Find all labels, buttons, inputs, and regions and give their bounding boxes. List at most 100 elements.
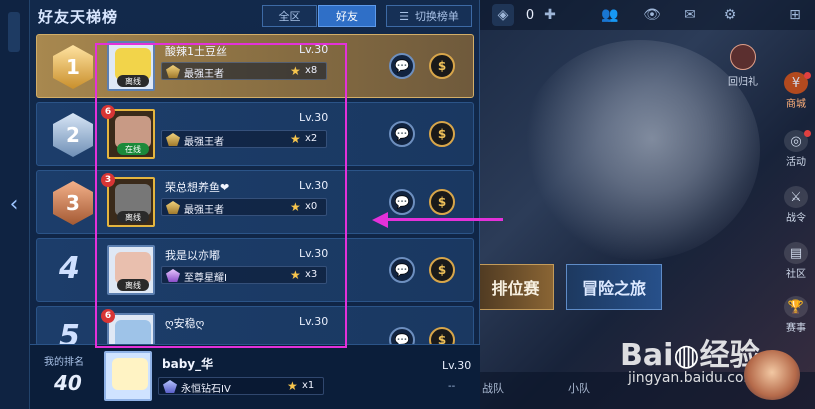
player-name: ღ安稳ღ [165,317,205,330]
return-gift-button[interactable]: 回归礼 [726,44,760,90]
avatar-level-badge: 6 [101,309,115,323]
community-icon: ▤ [784,242,808,264]
gift-coin-icon[interactable]: $ [429,121,455,147]
avatar[interactable]: 离线 [107,245,155,295]
side-community-button[interactable]: ▤ 社区 [778,242,814,284]
my-player-level: Lv.30 [442,359,472,372]
annotation-arrow-line [385,218,503,221]
message-icon[interactable]: 💬 [389,53,415,79]
rank-tier-bar: 最强王者 ★ x2 [161,130,327,148]
avatar-level-badge: 3 [101,173,115,187]
message-icon[interactable]: 💬 [389,257,415,283]
rank-tier-bar: 至尊星耀I ★ x3 [161,266,327,284]
rank-tier-icon [166,269,180,282]
rank-tier-name: 至尊星耀I [184,273,227,284]
side-pass-button[interactable]: ⚔ 战令 [778,186,814,228]
pass-icon: ⚔ [784,186,808,208]
rank-tier-icon [166,201,180,214]
adventure-mode-button[interactable]: 冒险之旅 [566,264,662,310]
return-gift-label: 回归礼 [728,77,758,88]
star-count: x3 [305,269,318,280]
nav-team[interactable]: 战队 [482,380,504,396]
friends-icon[interactable]: 👥 [598,4,622,26]
switch-board-button[interactable]: ☰ 切换榜单 [386,5,472,27]
message-icon[interactable]: 💬 [389,189,415,215]
eye-icon[interactable]: 👁 [640,4,664,26]
left-tab-handle[interactable] [8,12,20,52]
player-level: Lv.30 [299,247,329,260]
player-level: Lv.30 [299,315,329,328]
rank-tier-bar: 最强王者 ★ x8 [161,62,327,80]
status-online: 在线 [117,143,149,155]
player-level: Lv.30 [299,111,329,124]
player-level: Lv.30 [299,43,329,56]
return-gift-icon [730,44,756,70]
ranked-mode-button[interactable]: 排位赛 [478,264,554,310]
token-icon[interactable]: ◈ [492,4,514,26]
avatar-image [112,358,148,390]
my-avatar[interactable] [104,351,152,401]
rank-tier-icon [166,65,180,78]
my-rank-extra: -- [448,381,456,392]
currency-value: 0 [525,7,535,23]
mail-icon[interactable]: ✉ [678,4,702,26]
side-match-button[interactable]: 🏆 赛事 [778,296,814,338]
rank-tier-bar: 最强王者 ★ x0 [161,198,327,216]
tab-all-region[interactable]: 全区 [262,5,317,27]
tab-friends[interactable]: 好友 [318,5,376,27]
my-rank-tier-bar: 永恒钻石IV ★ x1 [158,377,324,395]
star-icon: ★ [290,64,301,78]
rank-tier-icon [166,133,180,146]
star-count: x1 [302,380,315,391]
star-count: x8 [305,65,318,76]
avatar[interactable]: 离线 [107,177,155,227]
star-icon: ★ [290,132,301,146]
player-level: Lv.30 [299,179,329,192]
add-currency-icon[interactable]: ✚ [540,4,560,26]
trophy-icon: 🏆 [784,296,808,318]
ladder-row-1[interactable]: 1 离线 酸辣1土豆丝 Lv.30 最强王者 ★ x8 💬 $ [36,34,474,98]
star-count: x2 [305,133,318,144]
my-rank-number: 40 [54,371,82,395]
status-offline: 离线 [117,211,149,223]
mascot-avatar [744,350,800,400]
background-swirl-art [520,40,760,260]
back-chevron-icon[interactable]: ‹ [2,190,26,218]
nav-squad[interactable]: 小队 [568,380,590,396]
rank-badge-gold: 1 [53,45,93,89]
gift-coin-icon[interactable]: $ [429,189,455,215]
ladder-row-4[interactable]: 4 离线 我是以亦嘟 Lv.30 至尊星耀I ★ x3 💬 $ [36,238,474,302]
rank-tier-name: 最强王者 [184,205,224,216]
expand-icon[interactable]: ⊞ [783,4,807,26]
player-name: 荣总想养鱼❤ [165,181,230,194]
side-shop-label: 商城 [786,99,806,110]
avatar-level-badge: 6 [101,105,115,119]
avatar[interactable]: 离线 [107,41,155,91]
switch-board-label: 切换榜单 [414,10,459,23]
message-icon[interactable]: 💬 [389,121,415,147]
ladder-row-5[interactable]: 5 6 ღ安稳ღ Lv.30 💬 $ [36,306,474,354]
star-icon: ★ [290,200,301,214]
rank-tier-name: 最强王者 [184,69,224,80]
gift-coin-icon[interactable]: $ [429,53,455,79]
avatar[interactable]: 在线 [107,109,155,159]
star-icon: ★ [290,268,301,282]
my-player-name: baby_华 [162,357,214,371]
side-shop-button[interactable]: ¥ 商城 [778,72,814,114]
player-name: 酸辣1土豆丝 [165,45,227,58]
player-name: 我是以亦嘟 [165,249,220,262]
side-event-label: 活动 [786,157,806,168]
my-rank-label: 我的排名 [44,357,84,368]
gear-icon[interactable]: ⚙ [718,4,742,26]
side-event-button[interactable]: ◎ 活动 [778,130,814,172]
ladder-row-3[interactable]: 3 3 离线 荣总想养鱼❤ Lv.30 最强王者 ★ x0 💬 $ [36,170,474,234]
menu-list-icon: ☰ [399,9,409,23]
status-offline: 离线 [117,75,149,87]
gift-coin-icon[interactable]: $ [429,257,455,283]
baidu-watermark-url: jingyan.baidu.com [628,370,758,386]
ladder-row-2[interactable]: 2 6 在线 Lv.30 最强王者 ★ x2 💬 $ [36,102,474,166]
star-icon: ★ [287,379,298,393]
side-pass-label: 战令 [786,213,806,224]
top-status-bar: ◈ 0 ✚ 👥 👁 ✉ ⚙ ⊞ [478,0,815,30]
side-match-label: 赛事 [786,323,806,334]
